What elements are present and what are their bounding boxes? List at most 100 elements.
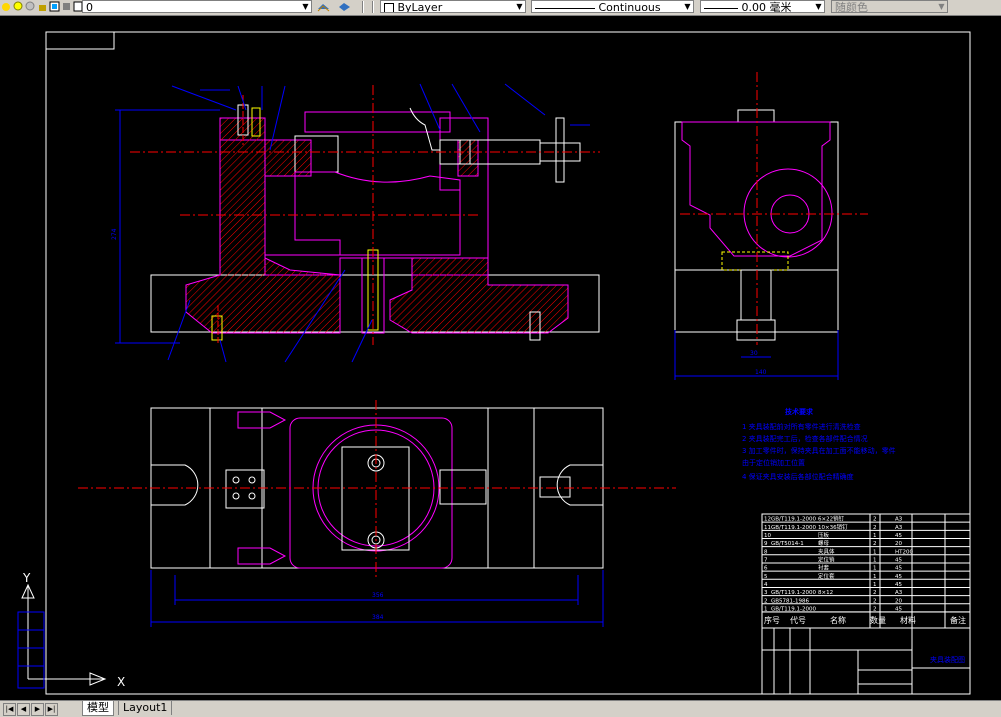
prev-tab-icon[interactable]: ◀ xyxy=(17,703,30,716)
light-bulb-icon[interactable] xyxy=(13,1,24,12)
bom-mat: 20 xyxy=(895,541,902,547)
bom-name: 10×36销钉 xyxy=(818,523,848,531)
bom-name: 螺母 xyxy=(818,539,830,547)
layer-previous-icon[interactable] xyxy=(338,1,350,12)
bom-qty: 1 xyxy=(873,566,877,572)
tech-req-item: 2 夹具装配完工后，检查各部件配合情况 xyxy=(742,434,868,443)
lineweight-unit: 毫米 xyxy=(769,1,792,13)
drawing-title: 夹具装配图 xyxy=(930,655,965,664)
plan-view: 356 384 xyxy=(78,400,676,627)
bom-qty: 1 xyxy=(873,574,877,580)
bom-no: 5 xyxy=(764,574,768,580)
next-tab-icon[interactable]: ▶ xyxy=(31,703,44,716)
bom-header: 序号 代号 名称 数量 材料 备注 xyxy=(764,615,966,625)
bom-header-cell: 备注 xyxy=(950,615,966,625)
lineweight-value: 0.00 xyxy=(741,1,767,13)
front-section-view: 274 xyxy=(111,83,600,363)
bom-header-cell: 材料 xyxy=(900,615,916,625)
toolbar-separator xyxy=(372,1,374,13)
bom-mat: HT200 xyxy=(895,549,913,555)
bom-name: 夹具体 xyxy=(818,547,835,555)
bom-qty: 2 xyxy=(873,590,877,596)
tab-layout1[interactable]: Layout1 xyxy=(118,701,173,715)
dim-front-height: 274 xyxy=(111,228,118,240)
chevron-down-icon[interactable]: ▼ xyxy=(300,1,311,12)
dim-plan-outer: 384 xyxy=(372,614,384,621)
bom-mat: 45 xyxy=(895,533,902,539)
make-current-layer-icon[interactable] xyxy=(317,1,330,12)
bom-no: 10 xyxy=(764,533,771,539)
bom-code: GB/T119.1-2000 xyxy=(771,517,816,523)
ucs-icon: Y X xyxy=(17,571,125,689)
bom-name: 6×22销钉 xyxy=(818,515,845,523)
layer-states-icon[interactable] xyxy=(1,1,12,12)
bom-rows: 12 GB/T119.1-2000 6×22销钉 2 A311 GB/T119.1-200… xyxy=(762,515,970,613)
lineweight-preview xyxy=(704,7,738,9)
side-view: 140 30 xyxy=(674,72,868,380)
bom-code: GB/T119.1-2000 xyxy=(771,606,816,612)
color-select[interactable]: ByLayer ▼ xyxy=(380,0,526,13)
plotstyle-select: 随颜色 ▼ xyxy=(831,0,948,13)
layer-value: 0 xyxy=(86,1,93,13)
color-swatch-icon[interactable] xyxy=(49,1,60,12)
bom-no: 11 xyxy=(764,525,771,531)
bom-no: 7 xyxy=(764,557,768,563)
bom-no: 4 xyxy=(764,582,768,588)
bom-mat: 20 xyxy=(895,598,902,604)
linetype-select[interactable]: Continuous ▼ xyxy=(531,0,694,13)
chevron-down-icon[interactable]: ▼ xyxy=(682,1,693,12)
tech-req-item: 4 保证夹具安装后各部位配合精确度 xyxy=(742,472,854,481)
bom-name: 定位套 xyxy=(818,572,835,580)
drawing-svg: 2 7 4 140 30 356 384 技术要求 1 夹具装配前对所有零件进行清洗… xyxy=(17,31,971,695)
ucs-x-label: X xyxy=(117,675,125,689)
linetype-preview xyxy=(535,7,595,9)
color-swatch xyxy=(384,3,394,12)
color-value: ByLayer xyxy=(397,1,443,13)
bom-qty: 2 xyxy=(873,541,877,547)
chevron-down-icon[interactable]: ▼ xyxy=(813,1,824,12)
bom-header-cell: 数量 xyxy=(870,615,886,625)
bom-mat: 45 xyxy=(895,606,902,612)
bom-no: 6 xyxy=(764,566,768,572)
tech-req-item: 3 加工零件时，保持夹具在加工面不能移动，零件 xyxy=(742,446,896,455)
bom-code: GB/T119.1-2000 xyxy=(771,525,816,531)
bom-qty: 2 xyxy=(873,598,877,604)
tab-model[interactable]: 模型 xyxy=(82,701,114,716)
bom-qty: 2 xyxy=(873,525,877,531)
chevron-down-icon[interactable]: ▼ xyxy=(514,1,525,12)
bom-mat: A3 xyxy=(895,525,903,531)
bom-mat: 45 xyxy=(895,582,902,588)
tech-req-item: 由于定位销加工位置 xyxy=(742,458,805,467)
lineweight-select[interactable]: 0.00 毫米 ▼ xyxy=(700,0,825,13)
lock-icon[interactable] xyxy=(37,1,48,12)
chevron-down-icon: ▼ xyxy=(938,2,945,11)
bom-mat: 45 xyxy=(895,566,902,572)
last-tab-icon[interactable]: ▶| xyxy=(45,703,58,716)
drawing-canvas[interactable]: 2 7 4 140 30 356 384 技术要求 1 夹具装配前对所有零件进行清洗… xyxy=(0,16,1001,700)
first-tab-icon[interactable]: |◀ xyxy=(3,703,16,716)
bom-no: 12 xyxy=(764,517,771,523)
bom-header-cell: 名称 xyxy=(830,615,846,625)
bom-qty: 1 xyxy=(873,533,877,539)
bom-name: 定位销 xyxy=(818,555,835,563)
bom-no: 3 xyxy=(764,590,768,596)
properties-toolbar: 0 ▼ ByLayer ▼ Continuous ▼ 0.00 毫米 ▼ 随颜色… xyxy=(0,0,1001,16)
sun-icon[interactable] xyxy=(25,1,36,12)
tech-req-title: 技术要求 xyxy=(785,407,814,416)
plot-icon[interactable] xyxy=(61,1,72,12)
bom-no: 1 xyxy=(764,606,768,612)
ucs-y-label: Y xyxy=(22,571,31,585)
bom-qty: 1 xyxy=(873,549,877,555)
bom-qty: 2 xyxy=(873,517,877,523)
bom-qty: 2 xyxy=(873,606,877,612)
linetype-value: Continuous xyxy=(598,1,661,13)
bom-header-cell: 序号 xyxy=(764,615,780,625)
tech-req-item: 1 夹具装配前对所有零件进行清洗检查 xyxy=(742,422,861,431)
dim-plan-inner: 356 xyxy=(372,592,384,599)
toolbar-separator xyxy=(362,1,364,13)
dim-side-slot: 30 xyxy=(750,350,758,357)
bom-no: 8 xyxy=(764,549,768,555)
bom-header-cell: 代号 xyxy=(790,615,806,625)
frame-corner-box xyxy=(45,31,115,50)
layer-select[interactable]: 0 ▼ xyxy=(82,0,312,13)
